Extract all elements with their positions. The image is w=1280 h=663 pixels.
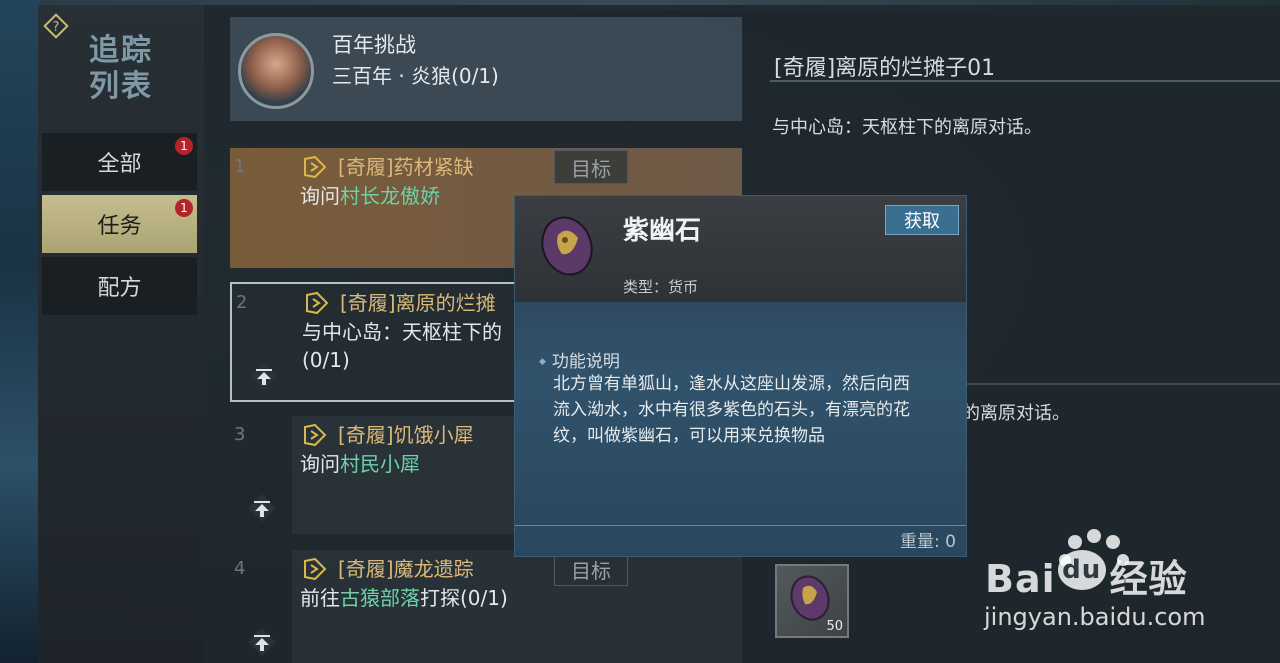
help-icon[interactable]: ? — [42, 12, 70, 40]
desc-text: 前往 — [300, 586, 340, 610]
tab-recipes[interactable]: 配方 — [42, 257, 197, 315]
desc-text: 与中心岛：天枢柱下的 — [302, 320, 502, 344]
quest-title: [奇履]魔龙遗踪 — [338, 557, 474, 581]
divider — [515, 525, 966, 526]
watermark-brand-text: Bai — [985, 557, 1056, 601]
quest-desc: 询问村长龙傲娇 — [300, 182, 440, 210]
sidebar-title: 追踪 列表 — [80, 33, 162, 113]
target-button[interactable]: 目标 — [554, 150, 628, 184]
scenery-left — [0, 0, 40, 663]
item-name: 紫幽石 — [623, 216, 702, 246]
quest-arrow-icon — [304, 155, 327, 179]
sidebar-title-line: 列表 — [89, 69, 153, 104]
notification-badge: 1 — [175, 199, 193, 217]
item-description: 北方曾有单狐山，逢水从这座山发源，然后向西流入泑水，水中有很多紫色的石头，有漂亮… — [553, 374, 910, 446]
quest-desc: 前往古猿部落打探(0/1) — [300, 584, 508, 612]
challenge-title: 百年挑战 — [332, 33, 416, 57]
desc-text: 打探(0/1) — [420, 586, 508, 610]
quest-number: 1 — [234, 156, 246, 177]
svg-text:?: ? — [53, 20, 60, 35]
item-weight: 重量: 0 — [900, 532, 956, 552]
desc-highlight[interactable]: 村长龙傲娇 — [340, 184, 440, 208]
quest-desc: 询问村民小犀 — [300, 450, 420, 478]
watermark-url: jingyan.baidu.com — [984, 603, 1206, 631]
quest-title: [奇履]离原的烂摊 — [340, 291, 496, 315]
pin-top-icon[interactable] — [242, 488, 282, 528]
item-type: 类型：货币 — [623, 278, 699, 296]
watermark-brand-suffix: 经验 — [1109, 557, 1188, 601]
sidebar-title-line: 追踪 — [89, 33, 153, 68]
reward-item-slot[interactable]: 50 — [775, 564, 849, 638]
tab-tasks-label: 任务 — [97, 214, 142, 239]
get-button[interactable]: 获取 — [885, 205, 959, 235]
quest-title: [奇履]药材紧缺 — [338, 155, 474, 179]
tab-all[interactable]: 全部 1 — [42, 133, 197, 191]
quest-arrow-icon — [306, 291, 329, 315]
quest-item[interactable]: 4 [奇履]魔龙遗踪 前往古猿部落打探(0/1) 目标 — [230, 550, 742, 663]
detail-description: 与中心岛：天枢柱下的离原对话。 — [772, 117, 1042, 138]
pin-top-icon[interactable] — [242, 622, 282, 662]
quest-number: 4 — [234, 558, 246, 579]
avatar — [238, 33, 314, 109]
quest-arrow-icon — [304, 557, 327, 581]
watermark-paw-body: du — [1057, 550, 1106, 590]
detail-description-partial: 的离原对话。 — [962, 403, 1070, 424]
quest-number: 3 — [234, 424, 246, 445]
desc-highlight[interactable]: 村民小犀 — [340, 452, 420, 476]
desc-text: 询问 — [300, 452, 340, 476]
detail-title: [奇履]离原的烂摊子01 — [774, 56, 996, 81]
divider — [770, 80, 1280, 82]
quest-number: 2 — [236, 292, 248, 313]
tab-recipes-label: 配方 — [97, 276, 142, 301]
target-button[interactable]: 目标 — [554, 552, 628, 586]
quest-desc: 与中心岛：天枢柱下的 (0/1) — [302, 318, 502, 374]
tab-tasks[interactable]: 任务 1 — [42, 195, 197, 253]
desc-highlight[interactable]: 古猿部落 — [340, 586, 420, 610]
pin-top-icon[interactable] — [244, 356, 284, 396]
desc-text: 询问 — [300, 184, 340, 208]
item-tooltip: 紫幽石 获取 类型：货币 功能说明 北方曾有单狐山，逢水从这座山发源，然后向西流… — [514, 195, 967, 557]
desc-progress: (0/1) — [302, 348, 350, 372]
purple-stone-icon — [541, 216, 593, 276]
watermark-brand: Bai du 经验 — [985, 548, 1188, 603]
notification-badge: 1 — [175, 137, 193, 155]
quest-arrow-icon — [304, 423, 327, 447]
challenge-subtitle: 三百年 · 炎狼(0/1) — [332, 64, 499, 88]
reward-count: 50 — [826, 619, 843, 634]
tab-all-label: 全部 — [97, 152, 142, 177]
section-title: 功能说明 — [539, 347, 620, 372]
quest-title: [奇履]饥饿小犀 — [338, 423, 474, 447]
